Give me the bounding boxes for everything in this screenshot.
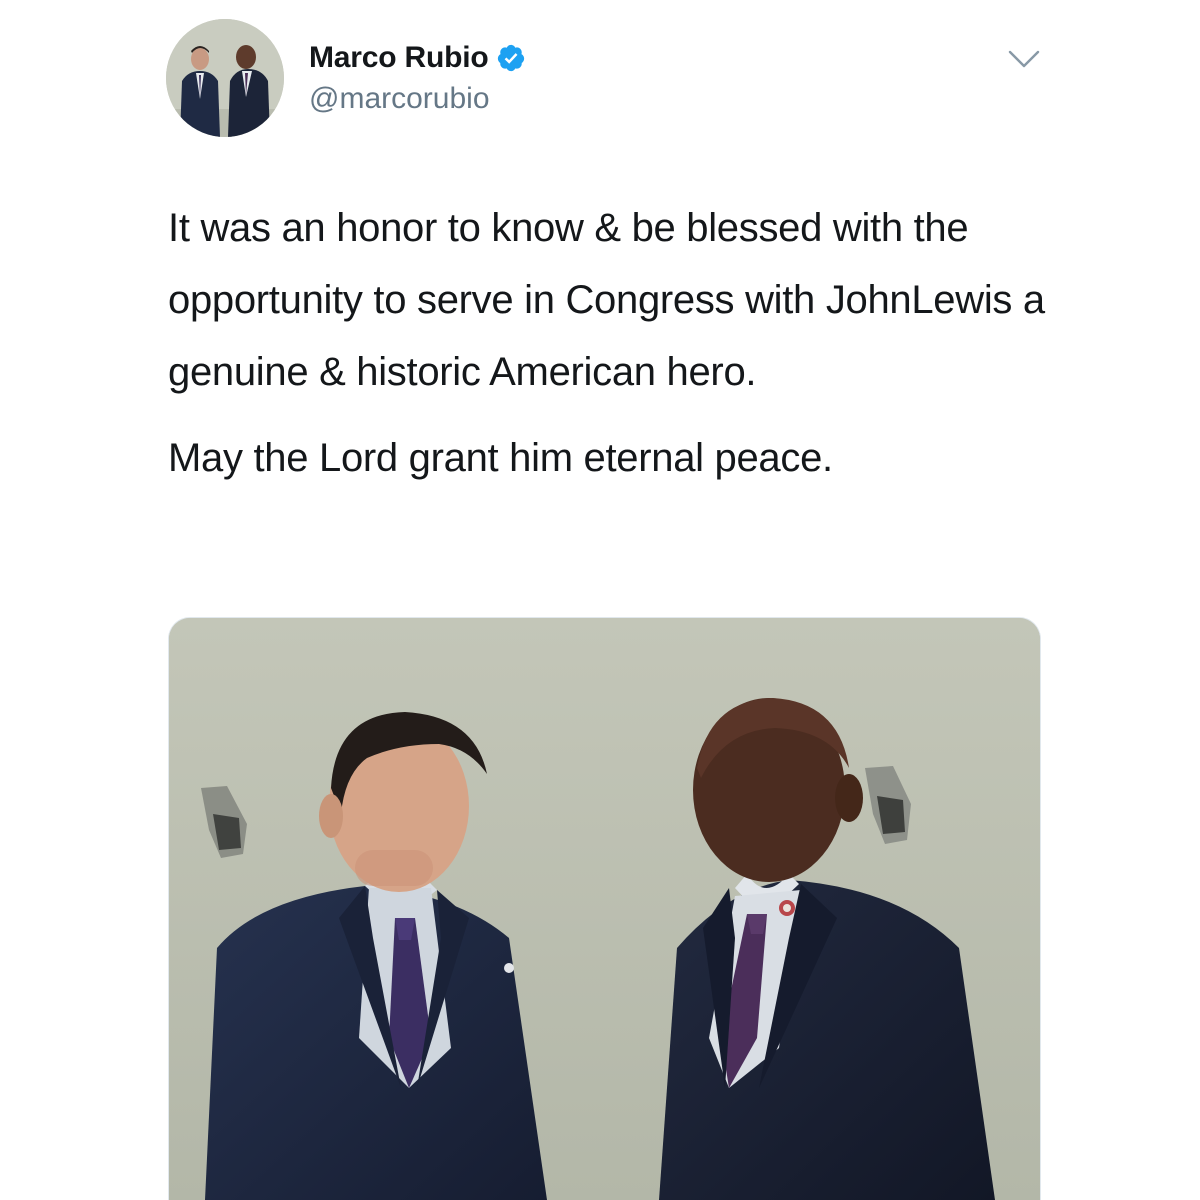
photo-illustration: [169, 618, 1040, 1200]
avatar-photo: [166, 19, 284, 137]
author-name-row: Marco Rubio: [309, 36, 526, 80]
tweet-card: Marco Rubio @marcorubio It was an honor …: [0, 0, 1200, 1200]
verified-badge-icon: [496, 43, 526, 73]
tweet-paragraph: May the Lord grant him eternal peace.: [168, 436, 833, 480]
tweet-paragraph: It was an honor to know & be blessed wit…: [168, 206, 1045, 394]
author-block: Marco Rubio @marcorubio: [309, 36, 526, 116]
chevron-down-icon[interactable]: [1006, 46, 1042, 74]
author-display-name[interactable]: Marco Rubio: [309, 41, 489, 75]
author-avatar[interactable]: [166, 19, 284, 137]
tweet-text: It was an honor to know & be blessed wit…: [168, 192, 1068, 494]
author-handle[interactable]: @marcorubio: [309, 82, 526, 116]
tweet-photo[interactable]: [168, 617, 1041, 1200]
